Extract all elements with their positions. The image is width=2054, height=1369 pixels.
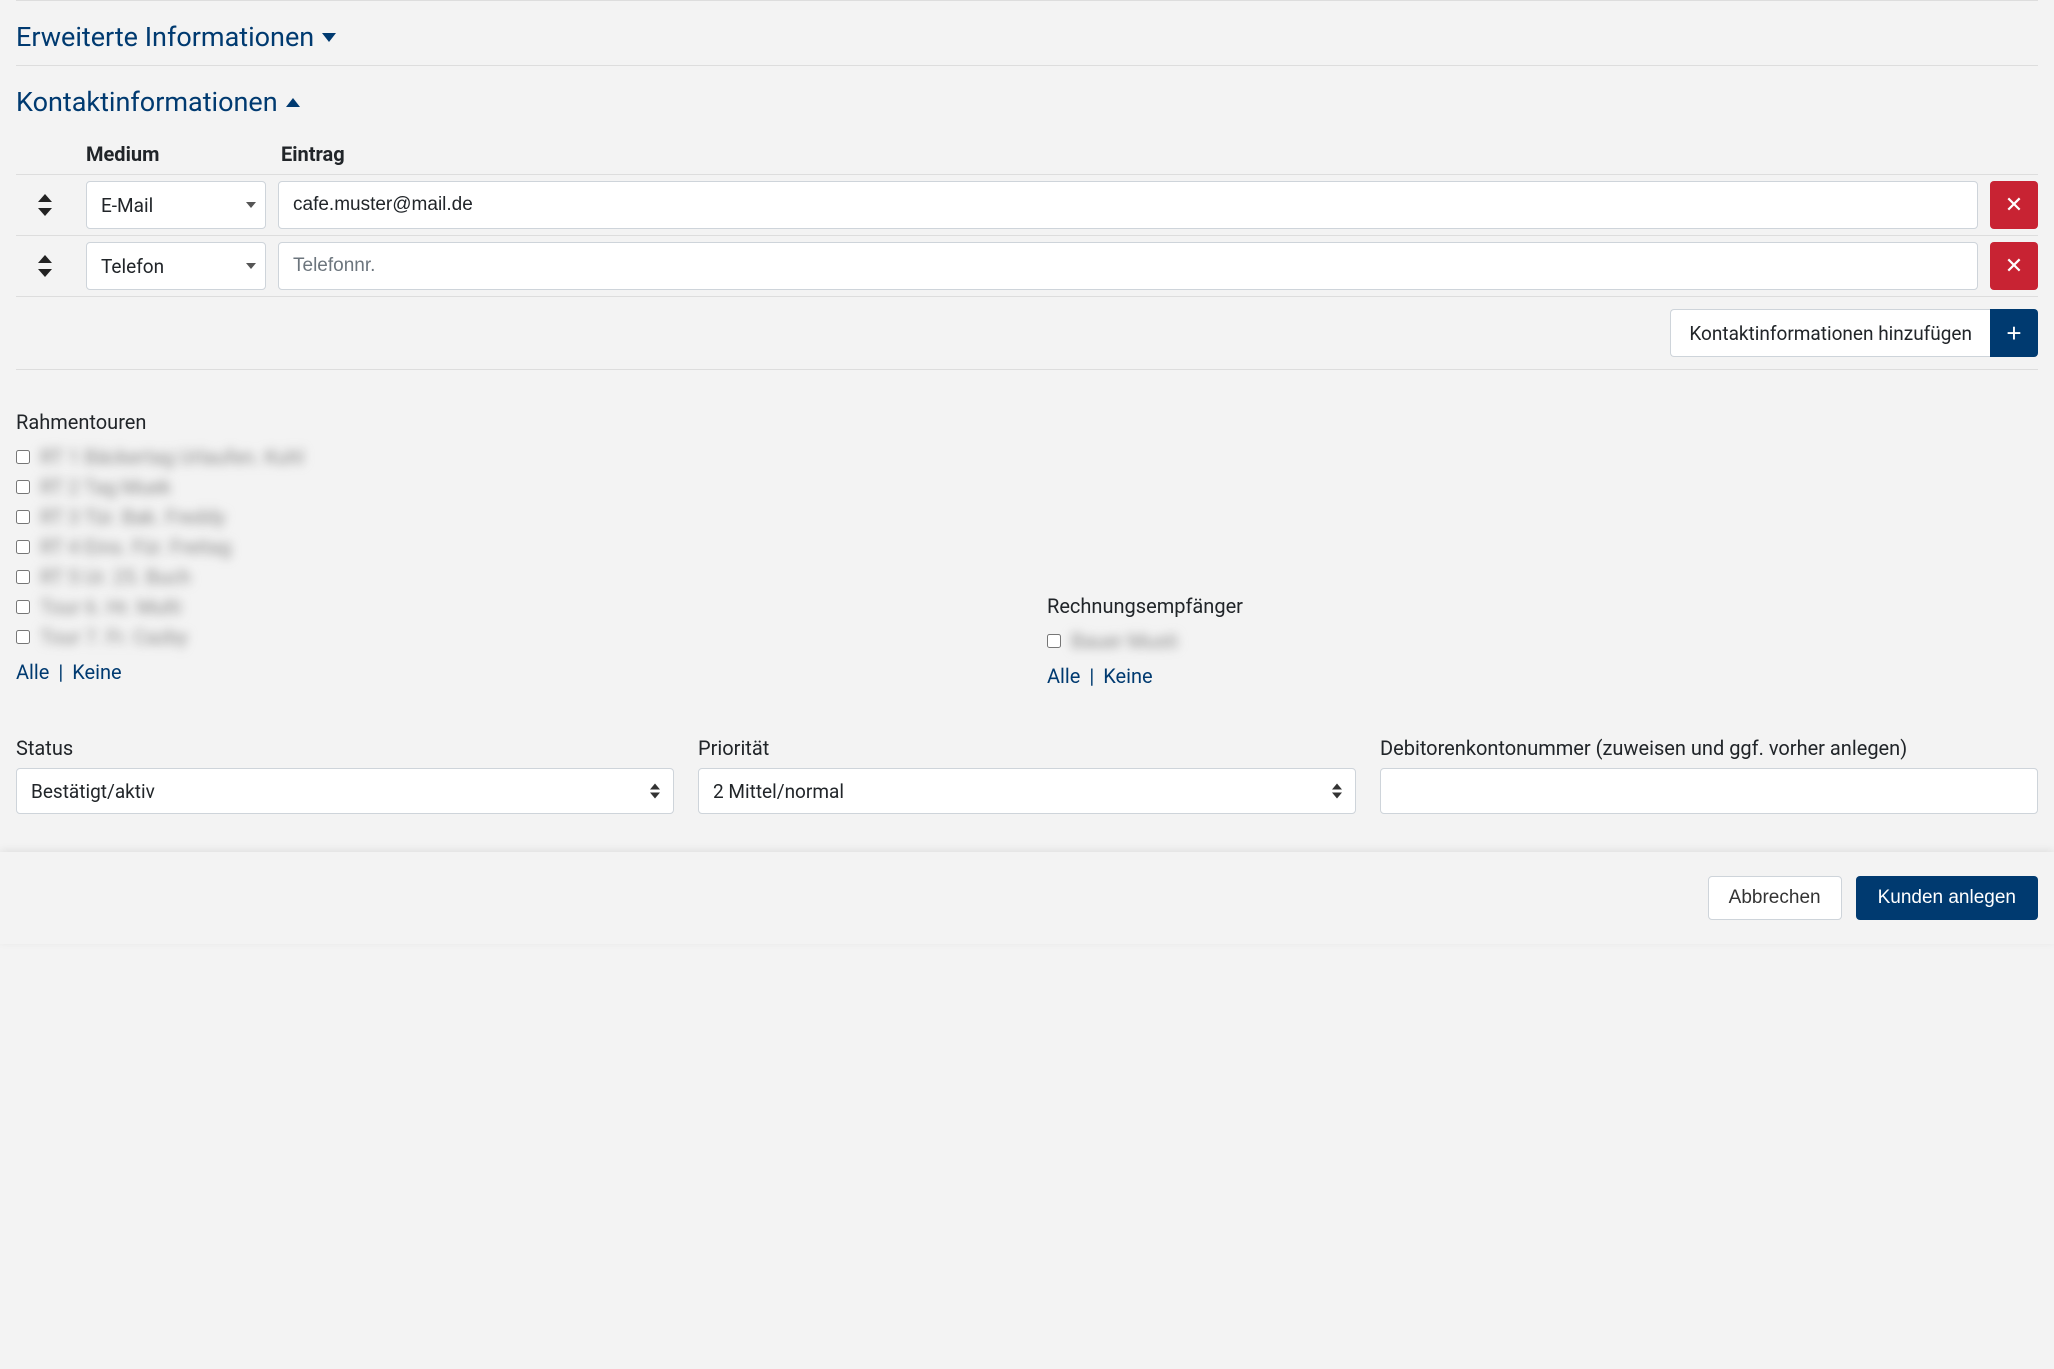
tour-checkbox[interactable] (16, 570, 30, 584)
entry-input[interactable] (278, 181, 1978, 229)
close-icon: ✕ (2005, 192, 2023, 218)
tour-name: RT 3 Tür. Bak. Freddy (40, 505, 225, 529)
recipient-select-none-link[interactable]: Keine (1103, 664, 1152, 688)
entry-input[interactable] (278, 242, 1978, 290)
tour-checkbox[interactable] (16, 600, 30, 614)
recipient-name: Bauer Musti (1071, 629, 1178, 653)
list-item: RT 4 Eins. Für. Freitag (16, 532, 1007, 562)
sort-handle[interactable] (16, 194, 74, 216)
extended-info-title: Erweiterte Informationen (16, 21, 314, 53)
tours-label: Rahmentouren (16, 410, 1007, 434)
priority-label: Priorität (698, 736, 1356, 760)
caret-down-icon (322, 33, 336, 42)
tour-checkbox[interactable] (16, 480, 30, 494)
tours-select-none-link[interactable]: Keine (72, 660, 121, 684)
tours-select-links: Alle | Keine (16, 660, 1007, 684)
sort-icon (38, 255, 52, 277)
contact-table: Medium Eintrag E-Mail ✕ (16, 134, 2038, 369)
list-item: RT 3 Tür. Bak. Freddy (16, 502, 1007, 532)
contact-row: E-Mail ✕ (16, 174, 2038, 235)
priority-select[interactable]: 2 Mittel/normal (698, 768, 1356, 814)
delete-row-button[interactable]: ✕ (1990, 181, 2038, 229)
medium-value: Telefon (101, 255, 164, 278)
tours-select-all-link[interactable]: Alle (16, 660, 49, 684)
separator: | (1085, 664, 1098, 688)
tours-list: RT 1 Bäckertag Urlaufen. Kuhl RT 2 Tag M… (16, 442, 1007, 652)
delete-row-button[interactable]: ✕ (1990, 242, 2038, 290)
tour-checkbox[interactable] (16, 510, 30, 524)
status-select[interactable]: Bestätigt/aktiv (16, 768, 674, 814)
add-contact-label: Kontaktinformationen hinzufügen (1670, 309, 1990, 357)
tour-name: RT 1 Bäckertag Urlaufen. Kuhl (40, 445, 304, 469)
recipient-select-all-link[interactable]: Alle (1047, 664, 1080, 688)
tour-checkbox[interactable] (16, 540, 30, 554)
separator: | (54, 660, 67, 684)
list-item: Tour 7. Fr. Cazby (16, 622, 1007, 652)
extended-info-section-header[interactable]: Erweiterte Informationen (16, 1, 2038, 65)
sort-handle[interactable] (16, 255, 74, 277)
tour-name: Tour 7. Fr. Cazby (40, 625, 188, 649)
tour-name: RT 2 Tag Muek (40, 475, 171, 499)
recipient-select-links: Alle | Keine (1047, 664, 2038, 688)
list-item: Tour 6. Hr. Multi (16, 592, 1007, 622)
select-sort-icon (1332, 784, 1342, 799)
add-contact-button[interactable]: + (1990, 309, 2038, 357)
tour-name: RT 4 Eins. Für. Freitag (40, 535, 231, 559)
tour-checkbox[interactable] (16, 630, 30, 644)
plus-icon: + (2006, 318, 2021, 349)
footer-bar: Abbrechen Kunden anlegen (0, 852, 2054, 944)
contact-row: Telefon ✕ (16, 235, 2038, 296)
list-item: RT 5 Ur. 25. Buch (16, 562, 1007, 592)
debitor-label: Debitorenkontonummer (zuweisen und ggf. … (1380, 736, 2038, 760)
chevron-down-icon (246, 202, 256, 208)
add-contact-row: Kontaktinformationen hinzufügen + (16, 296, 2038, 369)
contact-info-section-header[interactable]: Kontaktinformationen (16, 66, 2038, 130)
close-icon: ✕ (2005, 253, 2023, 279)
sort-icon (38, 194, 52, 216)
priority-value: 2 Mittel/normal (713, 780, 844, 803)
contact-info-title: Kontaktinformationen (16, 86, 278, 118)
medium-select[interactable]: Telefon (86, 242, 266, 290)
invoice-recipient-list: Bauer Musti (1047, 626, 2038, 656)
medium-select[interactable]: E-Mail (86, 181, 266, 229)
caret-up-icon (286, 98, 300, 107)
list-item: Bauer Musti (1047, 626, 2038, 656)
medium-value: E-Mail (101, 194, 153, 217)
chevron-down-icon (246, 263, 256, 269)
tour-checkbox[interactable] (16, 450, 30, 464)
status-label: Status (16, 736, 674, 760)
contact-header-row: Medium Eintrag (16, 134, 2038, 174)
invoice-recipient-label: Rechnungsempfänger (1047, 594, 2038, 618)
debitor-input[interactable] (1380, 768, 2038, 814)
create-customer-button[interactable]: Kunden anlegen (1856, 876, 2038, 920)
header-entry: Eintrag (281, 142, 1976, 166)
list-item: RT 1 Bäckertag Urlaufen. Kuhl (16, 442, 1007, 472)
select-sort-icon (650, 784, 660, 799)
header-medium: Medium (86, 142, 281, 166)
status-value: Bestätigt/aktiv (31, 780, 155, 803)
list-item: RT 2 Tag Muek (16, 472, 1007, 502)
tour-name: Tour 6. Hr. Multi (40, 595, 181, 619)
recipient-checkbox[interactable] (1047, 634, 1061, 648)
tour-name: RT 5 Ur. 25. Buch (40, 565, 191, 589)
cancel-button[interactable]: Abbrechen (1708, 876, 1842, 920)
